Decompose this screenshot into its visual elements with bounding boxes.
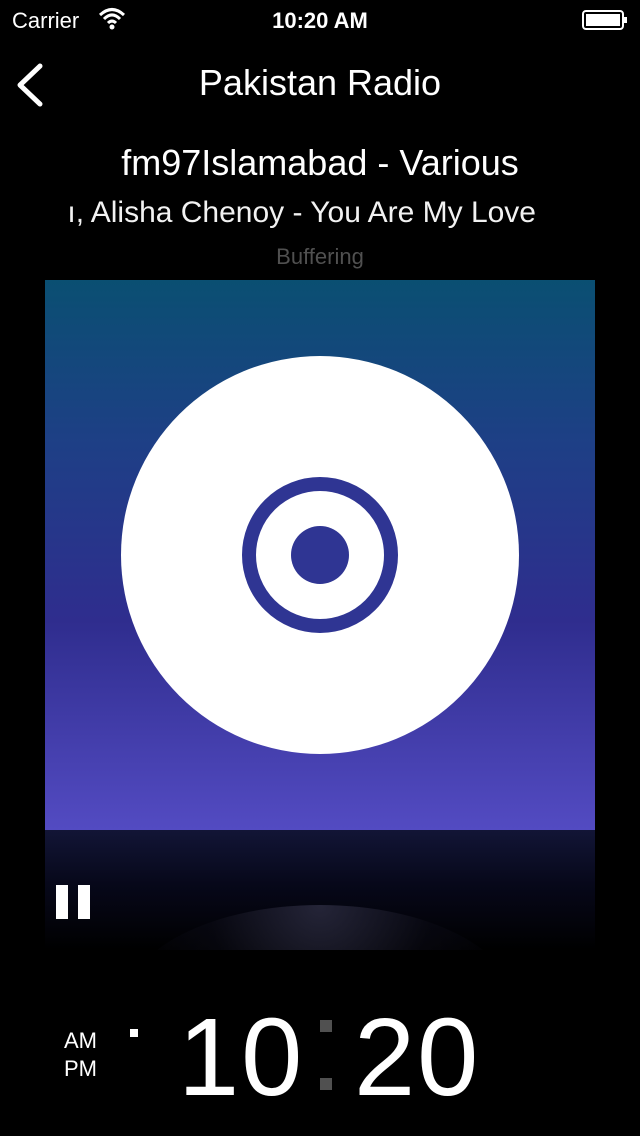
- big-clock: AM PM 10 20: [0, 995, 640, 1115]
- pm-label: PM: [64, 1056, 97, 1081]
- status-bar: Carrier 10:20 AM: [0, 0, 640, 40]
- battery-icon: [582, 10, 627, 30]
- album-artwork: [45, 280, 595, 830]
- clock-minute: 20: [354, 996, 481, 1119]
- page-title: Pakistan Radio: [198, 62, 442, 103]
- disc-icon: [121, 356, 519, 754]
- station-name: fm97Islamabad - Various: [121, 142, 519, 183]
- artwork-reflection: [45, 830, 595, 950]
- clock-hour: 10: [178, 996, 305, 1119]
- am-pm-indicator: AM PM: [64, 1027, 97, 1083]
- buffering-status: Buffering: [276, 244, 364, 269]
- pause-icon: [56, 885, 68, 919]
- am-label: AM: [64, 1028, 97, 1053]
- status-time: 10:20 AM: [272, 8, 368, 33]
- track-title: ı, Alisha Chenoy - You Are My Love: [67, 196, 536, 229]
- pause-button[interactable]: [56, 885, 92, 919]
- track-marquee: ı, Alisha Chenoy - You Are My Love: [16, 196, 624, 230]
- navigation-bar: Pakistan Radio: [0, 40, 640, 128]
- am-dot-indicator: [130, 1029, 138, 1037]
- clock-colon: [320, 1020, 332, 1090]
